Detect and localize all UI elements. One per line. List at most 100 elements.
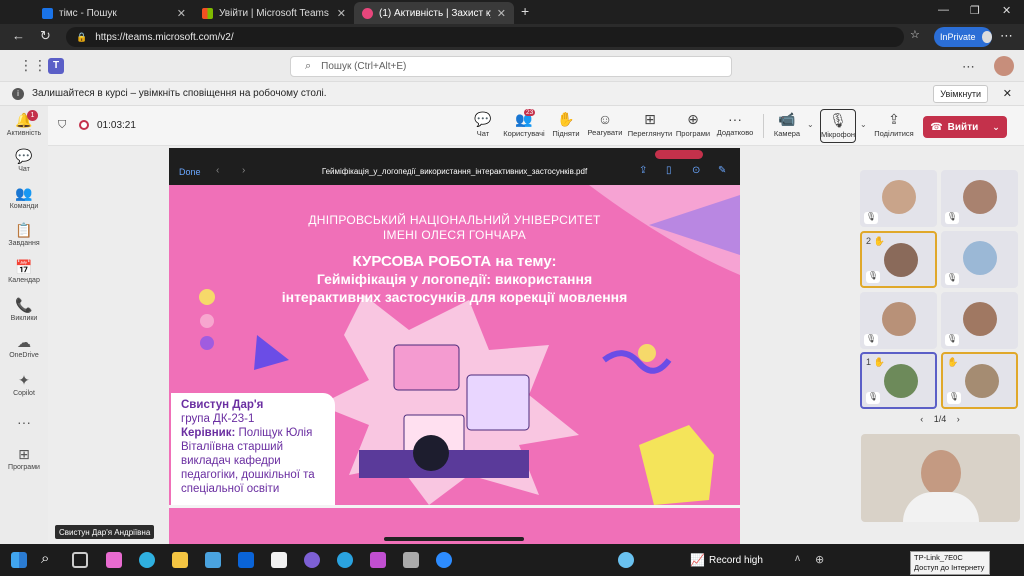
meeting-toolbar: ⛉ 01:03:21 💬 Чат 👥 23 Користувачі ✋ Піднят… bbox=[48, 106, 1024, 146]
toolbar-raise-hand-button[interactable]: ✋ Підняти bbox=[551, 111, 581, 138]
toolbar-apps-button[interactable]: ⊕ Програми bbox=[674, 111, 712, 138]
presenter-video[interactable] bbox=[861, 434, 1020, 522]
participant-tile[interactable]: 🎙 bbox=[860, 292, 937, 349]
close-icon[interactable]: ✕ bbox=[497, 7, 506, 20]
author-name: Свистун Дар'я bbox=[181, 399, 264, 411]
participant-tile-active[interactable]: 1 ✋ 🎙 bbox=[860, 352, 937, 409]
participant-video bbox=[882, 302, 916, 336]
participant-tile[interactable]: 🎙 bbox=[941, 292, 1018, 349]
toolbar-view-button[interactable]: ⊞ Переглянути bbox=[627, 111, 673, 138]
store-icon[interactable] bbox=[205, 552, 221, 568]
rail-item-onedrive[interactable]: ☁ OneDrive bbox=[0, 334, 48, 359]
zoom-icon[interactable] bbox=[436, 552, 452, 568]
rail-item-chat[interactable]: 💬 Чат bbox=[0, 148, 48, 173]
participant-tile[interactable]: 2 ✋ 🎙 bbox=[860, 231, 937, 288]
raised-hand-indicator: 2 ✋ bbox=[866, 236, 885, 247]
search-input[interactable]: ⌕ Пошук (Ctrl+Alt+E) bbox=[290, 56, 732, 77]
viber-icon[interactable] bbox=[304, 552, 320, 568]
browser-tab-teams-login[interactable]: Увійти | Microsoft Teams ✕ bbox=[194, 2, 354, 24]
participant-video bbox=[884, 243, 918, 277]
info-icon: i bbox=[12, 87, 24, 100]
toolbar-share-button[interactable]: ⇪ Поділитися bbox=[873, 111, 915, 138]
participant-tile[interactable]: 🎙 bbox=[941, 231, 1018, 288]
favorites-icon[interactable]: ☆ bbox=[910, 28, 920, 41]
presentation-slide: ДНІПРОВСЬКИЙ НАЦІОНАЛЬНИЙ УНІВЕРСИТЕТ ІМ… bbox=[169, 185, 740, 505]
rail-item-teams[interactable]: 👥 Команди bbox=[0, 185, 48, 210]
raise-hand-icon: ✋ bbox=[873, 357, 885, 367]
slide-topic-line-2: інтерактивних застосунків для корекції м… bbox=[281, 289, 628, 305]
toolbar-more-button[interactable]: ··· Додатково bbox=[714, 111, 756, 137]
rail-item-calendar[interactable]: 📅 Календар bbox=[0, 259, 48, 284]
more-circle-icon[interactable]: ⊙ bbox=[692, 165, 700, 176]
copilot-app-icon[interactable] bbox=[370, 552, 386, 568]
outlook-icon[interactable] bbox=[238, 552, 254, 568]
tab-title: тімс - Пошук bbox=[59, 7, 117, 19]
tray-icons[interactable]: ʌ bbox=[795, 553, 800, 564]
edge-icon[interactable] bbox=[139, 552, 155, 568]
chevron-down-icon[interactable]: ⌄ bbox=[860, 120, 867, 129]
maximize-icon[interactable]: ❐ bbox=[970, 4, 980, 17]
participant-tile[interactable]: 🎙 bbox=[941, 170, 1018, 227]
help-icon[interactable] bbox=[618, 552, 634, 568]
search-icon[interactable]: ⌕ bbox=[41, 550, 49, 567]
new-tab-button[interactable]: + bbox=[521, 3, 529, 19]
copilot-taskbar-icon[interactable] bbox=[106, 552, 122, 568]
notepad-icon[interactable] bbox=[271, 552, 287, 568]
rail-item-assignments[interactable]: 📋 Завдання bbox=[0, 222, 48, 247]
screen-illustration bbox=[466, 374, 530, 431]
windows-start-icon[interactable] bbox=[11, 552, 27, 568]
notification-banner: i Залишайтеся в курсі – увімкніть сповіщ… bbox=[0, 82, 1024, 106]
enable-notifications-button[interactable]: Увімкнути bbox=[933, 85, 988, 103]
app-icon[interactable] bbox=[403, 552, 419, 568]
back-arrow-icon[interactable]: ← bbox=[12, 28, 25, 43]
dot-yellow bbox=[638, 344, 656, 362]
participant-tile[interactable]: ✋ 🎙 bbox=[941, 352, 1018, 409]
toolbar-camera-button[interactable]: 📹 Камера bbox=[770, 111, 804, 138]
rail-item-activity[interactable]: 🔔 1 Активність bbox=[0, 110, 48, 137]
file-explorer-icon[interactable] bbox=[172, 552, 188, 568]
chevron-left-icon[interactable]: ‹ bbox=[920, 414, 923, 424]
record-favicon-icon bbox=[362, 7, 373, 19]
screen-illustration bbox=[393, 344, 460, 391]
triangle-shape bbox=[254, 335, 289, 370]
markup-icon[interactable]: ✎ bbox=[718, 165, 726, 176]
participant-tile[interactable]: 🎙 bbox=[860, 170, 937, 227]
share-icon[interactable]: ⇪ bbox=[639, 165, 647, 176]
chevron-down-icon[interactable]: ⌄ bbox=[807, 120, 814, 129]
toolbar-react-button[interactable]: ☺ Реагувати bbox=[585, 111, 625, 137]
wifi-icon[interactable]: ⊕ bbox=[815, 553, 824, 566]
browser-address-bar: ← ↻ 🔒 https://teams.microsoft.com/v2/ ☆ … bbox=[0, 24, 1024, 50]
close-icon[interactable]: ✕ bbox=[1003, 87, 1012, 100]
toolbar-chat-button[interactable]: 💬 Чат bbox=[472, 111, 494, 138]
rail-label: Програми bbox=[8, 464, 40, 471]
rail-item-calls[interactable]: 📞 Виклики bbox=[0, 297, 48, 322]
inprivate-badge[interactable]: InPrivate bbox=[934, 27, 992, 47]
chat-icon: 💬 bbox=[15, 148, 33, 164]
browser-tab-teams-active[interactable]: (1) Активність | Захист курс ✕ bbox=[354, 2, 514, 24]
app-launcher-icon[interactable]: ⋮⋮ bbox=[19, 57, 47, 74]
toolbar-people-button[interactable]: 👥 23 Користувачі bbox=[500, 109, 548, 138]
widget-record-text[interactable]: Record high bbox=[709, 555, 763, 566]
chevron-right-icon[interactable]: › bbox=[957, 414, 960, 424]
url-field[interactable]: 🔒 https://teams.microsoft.com/v2/ bbox=[66, 27, 904, 47]
browser-menu-icon[interactable]: ⋯ bbox=[1000, 28, 1013, 44]
rail-item-apps[interactable]: ⊞ Програми bbox=[0, 446, 48, 471]
toolbar-microphone-button[interactable]: 🎙 Мікрофон bbox=[820, 109, 856, 143]
browser-tab-search[interactable]: тімс - Пошук ✕ bbox=[34, 2, 194, 24]
rail-item-copilot[interactable]: ✦ Copilot bbox=[0, 372, 48, 397]
telegram-icon[interactable] bbox=[337, 552, 353, 568]
bookmark-icon[interactable]: ▯ bbox=[666, 165, 672, 176]
window-close-icon[interactable]: ✕ bbox=[1002, 4, 1011, 17]
close-icon[interactable]: ✕ bbox=[177, 7, 186, 20]
task-view-icon[interactable] bbox=[72, 552, 88, 568]
leave-button[interactable]: ☎ Вийти ⌄ bbox=[923, 116, 1007, 138]
rail-item-more[interactable]: ··· bbox=[0, 414, 48, 431]
mic-off-icon: 🎙 bbox=[945, 212, 959, 224]
refresh-icon[interactable]: ↻ bbox=[40, 28, 51, 44]
minimize-icon[interactable]: — bbox=[938, 4, 949, 16]
more-options-icon[interactable]: ⋯ bbox=[962, 59, 975, 75]
cube-shape bbox=[639, 425, 714, 505]
toolbar-label: Програми bbox=[675, 129, 711, 138]
user-avatar[interactable] bbox=[994, 56, 1014, 76]
close-icon[interactable]: ✕ bbox=[337, 7, 346, 20]
